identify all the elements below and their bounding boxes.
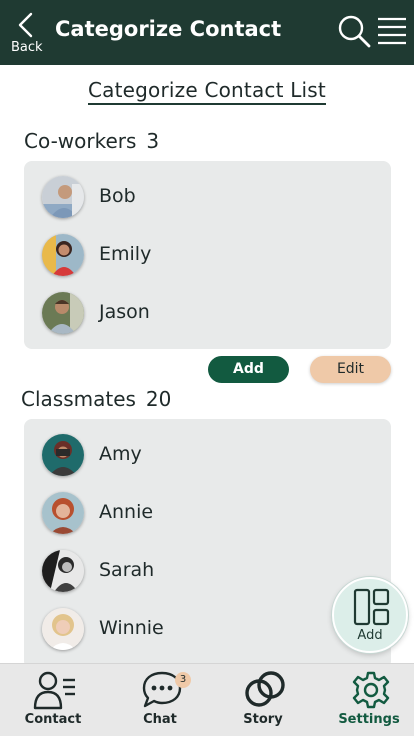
avatar: [42, 608, 84, 650]
contact-name: Amy: [99, 443, 142, 465]
page-title: Categorize Contact List: [0, 78, 414, 105]
search-button[interactable]: [337, 14, 371, 48]
contact-row[interactable]: Annie: [24, 484, 391, 542]
contact-name: Emily: [99, 243, 152, 265]
chat-badge: 3: [175, 672, 191, 688]
contact-row[interactable]: Amy: [24, 426, 391, 484]
contact-name: Winnie: [99, 617, 164, 639]
back-label: Back: [11, 40, 43, 55]
tab-label: Chat: [143, 712, 177, 727]
contact-name: Jason: [99, 301, 150, 323]
group-heading-coworkers: Co-workers 3: [24, 129, 159, 153]
chevron-left-icon: [18, 12, 33, 38]
group-count: 3: [146, 129, 160, 153]
contact-row[interactable]: Jason: [24, 284, 391, 342]
group-name: Co-workers: [24, 129, 137, 153]
avatar: [42, 492, 84, 534]
bottom-tab-bar: Contact 3 Chat Story Settings: [0, 663, 414, 736]
tab-label: Story: [243, 712, 283, 727]
menu-button[interactable]: [376, 16, 408, 46]
edit-group-button[interactable]: Edit: [310, 356, 391, 383]
contact-card-coworkers: Bob Emily Jason: [24, 161, 391, 349]
avatar: [42, 550, 84, 592]
avatar: [42, 234, 84, 276]
contact-row[interactable]: Bob: [24, 168, 391, 226]
avatar: [42, 176, 84, 218]
add-contact-button[interactable]: Add: [208, 356, 289, 383]
header-title: Categorize Contact: [55, 17, 282, 41]
page-title-text: Categorize Contact List: [88, 78, 326, 105]
floating-add-button[interactable]: Add: [332, 577, 408, 653]
tab-story[interactable]: Story: [218, 664, 308, 736]
app-header: Back Categorize Contact: [0, 0, 414, 65]
contact-name: Annie: [99, 501, 154, 523]
tab-chat[interactable]: 3 Chat: [115, 664, 205, 736]
linked-rings-icon: [245, 671, 285, 707]
search-icon: [338, 15, 371, 48]
back-button[interactable]: Back: [8, 8, 48, 60]
fab-label: Add: [357, 628, 383, 643]
group-heading-classmates: Classmates 20: [21, 387, 171, 411]
avatar: [42, 434, 84, 476]
group-name: Classmates: [21, 387, 136, 411]
contact-name: Bob: [99, 185, 136, 207]
tab-label: Settings: [338, 712, 400, 727]
tab-label: Contact: [24, 712, 82, 727]
tab-settings[interactable]: Settings: [324, 664, 414, 736]
contact-card-icon: [33, 671, 75, 710]
avatar: [42, 292, 84, 334]
group-count: 20: [145, 387, 172, 411]
gear-icon: [352, 671, 390, 709]
contact-row[interactable]: Sarah: [24, 542, 391, 600]
tab-contact[interactable]: Contact: [8, 664, 98, 736]
hamburger-menu-icon: [378, 17, 406, 45]
layout-grid-icon: [353, 588, 390, 626]
contact-name: Sarah: [99, 559, 155, 581]
contact-row[interactable]: Emily: [24, 226, 391, 284]
